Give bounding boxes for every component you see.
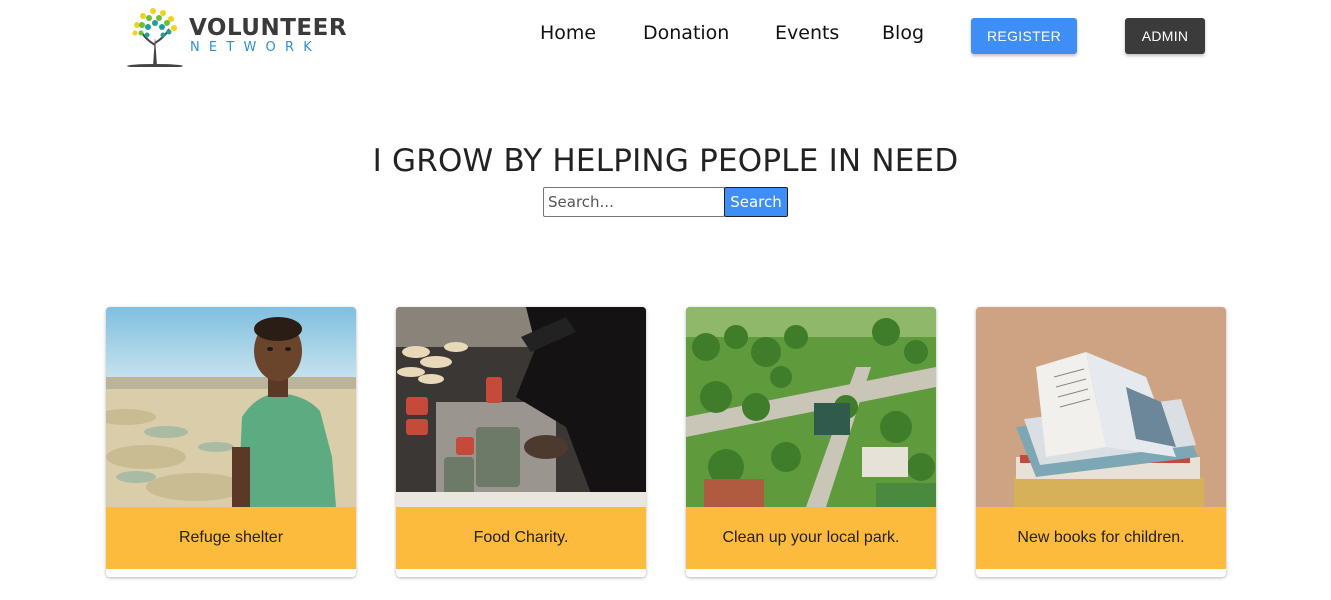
child-in-field-photo	[106, 307, 356, 507]
hero-title: I GROW BY HELPING PEOPLE IN NEED	[372, 143, 959, 179]
nav-link-events[interactable]: Events	[775, 22, 839, 44]
nav-link-home[interactable]: Home	[540, 22, 596, 44]
search-button[interactable]: Search	[724, 187, 788, 217]
event-card-title: Clean up your local park.	[686, 507, 936, 569]
register-button[interactable]: REGISTER	[971, 18, 1077, 54]
books-stack-photo	[976, 307, 1226, 507]
event-card-refuge-shelter[interactable]: Refuge shelter	[106, 307, 356, 577]
event-card-food-charity[interactable]: Food Charity.	[396, 307, 646, 577]
nav-link-donation[interactable]: Donation	[643, 22, 729, 44]
search-input[interactable]	[543, 187, 725, 217]
nav-link-blog[interactable]: Blog	[882, 22, 924, 44]
food-donation-photo	[396, 307, 646, 507]
event-card-title: Food Charity.	[396, 507, 646, 569]
event-card-clean-up-park[interactable]: Clean up your local park.	[686, 307, 936, 577]
event-card-new-books[interactable]: New books for children.	[976, 307, 1226, 577]
brand-subtitle: NETWORK	[190, 40, 321, 55]
park-aerial-photo	[686, 307, 936, 507]
event-card-title: New books for children.	[976, 507, 1226, 569]
tree-icon	[127, 8, 183, 67]
admin-button[interactable]: ADMIN	[1125, 18, 1205, 54]
brand-name: VOLUNTEER	[189, 15, 348, 41]
brand-logo[interactable]: VOLUNTEER NETWORK	[127, 5, 347, 67]
event-card-title: Refuge shelter	[106, 507, 356, 569]
